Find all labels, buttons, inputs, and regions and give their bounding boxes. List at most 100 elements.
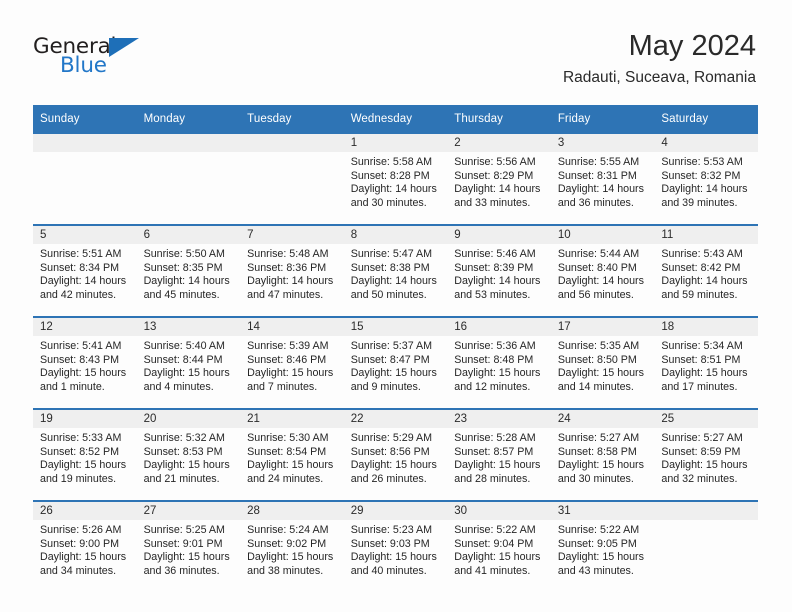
day-number: 20 — [136, 410, 241, 428]
day-details: Sunrise: 5:25 AM Sunset: 9:01 PM Daylight:… — [137, 520, 241, 578]
day-details — [654, 520, 758, 524]
daylight-duration-line2: and 24 minutes. — [247, 472, 324, 485]
day-cell-inner: 27 Sunrise: 5:25 AM Sunset: 9:01 PM Dayligh… — [136, 502, 241, 592]
calendar-day-cell[interactable]: 17 Sunrise: 5:35 AM Sunset: 8:50 PM Dayligh… — [550, 316, 655, 409]
sunset-time: Sunset: 8:29 PM — [454, 169, 534, 182]
calendar-day-cell[interactable]: 23 Sunrise: 5:28 AM Sunset: 8:57 PM Dayligh… — [447, 408, 551, 501]
day-cell-inner: 18 Sunrise: 5:34 AM Sunset: 8:51 PM Dayligh… — [654, 318, 758, 408]
daylight-duration-line1: Daylight: 15 hours — [350, 367, 437, 380]
day-details — [33, 152, 137, 156]
calendar-day-cell[interactable]: 6 Sunrise: 5:50 AM Sunset: 8:35 PM Daylight… — [136, 224, 241, 317]
calendar-day-cell[interactable]: 27 Sunrise: 5:25 AM Sunset: 9:01 PM Dayligh… — [136, 500, 241, 592]
sunrise-time: Sunrise: 5:30 AM — [247, 432, 329, 444]
day-number: 21 — [240, 410, 344, 428]
calendar-day-cell[interactable]: 18 Sunrise: 5:34 AM Sunset: 8:51 PM Dayligh… — [654, 316, 758, 409]
day-details: Sunrise: 5:36 AM Sunset: 8:48 PM Daylight:… — [447, 336, 551, 394]
day-details: Sunrise: 5:47 AM Sunset: 8:38 PM Daylight:… — [344, 244, 448, 302]
sunset-time: Sunset: 8:53 PM — [143, 445, 223, 458]
sunset-time: Sunset: 8:44 PM — [143, 353, 223, 366]
daylight-duration-line1: Daylight: 14 hours — [557, 275, 644, 288]
sunset-time: Sunset: 8:40 PM — [557, 261, 637, 274]
day-details: Sunrise: 5:39 AM Sunset: 8:46 PM Daylight:… — [240, 336, 344, 394]
daylight-duration-line2: and 56 minutes. — [557, 288, 634, 301]
sunset-time: Sunset: 8:50 PM — [557, 353, 637, 366]
calendar-week-row: 5 Sunrise: 5:51 AM Sunset: 8:34 PM Daylight… — [33, 224, 758, 317]
calendar-day-cell[interactable]: 29 Sunrise: 5:23 AM Sunset: 9:03 PM Dayligh… — [343, 500, 448, 592]
calendar-day-cell[interactable]: 12 Sunrise: 5:41 AM Sunset: 8:43 PM Dayligh… — [33, 316, 137, 409]
sunrise-time: Sunrise: 5:51 AM — [40, 248, 122, 260]
day-cell-inner — [136, 134, 241, 224]
calendar-day-cell[interactable]: 5 Sunrise: 5:51 AM Sunset: 8:34 PM Daylight… — [33, 224, 137, 317]
daylight-duration-line2: and 9 minutes. — [350, 380, 421, 393]
day-details: Sunrise: 5:29 AM Sunset: 8:56 PM Daylight:… — [344, 428, 448, 486]
sunrise-time: Sunrise: 5:23 AM — [350, 524, 433, 536]
calendar-day-cell[interactable]: 15 Sunrise: 5:37 AM Sunset: 8:47 PM Dayligh… — [343, 316, 448, 409]
calendar-day-cell[interactable]: 21 Sunrise: 5:30 AM Sunset: 8:54 PM Dayligh… — [240, 408, 344, 501]
sunset-time: Sunset: 8:57 PM — [454, 445, 534, 458]
day-cell-inner: 11 Sunrise: 5:43 AM Sunset: 8:42 PM Dayligh… — [654, 226, 758, 316]
day-cell-inner — [654, 502, 758, 592]
sunset-time: Sunset: 8:48 PM — [454, 353, 534, 366]
sunrise-time: Sunrise: 5:50 AM — [143, 248, 225, 260]
calendar-day-cell[interactable]: 14 Sunrise: 5:39 AM Sunset: 8:46 PM Dayligh… — [240, 316, 344, 409]
calendar-day-cell[interactable]: 22 Sunrise: 5:29 AM Sunset: 8:56 PM Dayligh… — [343, 408, 448, 501]
sunset-time: Sunset: 8:32 PM — [661, 169, 741, 182]
calendar-day-cell[interactable]: 30 Sunrise: 5:22 AM Sunset: 9:04 PM Dayligh… — [447, 500, 551, 592]
daylight-duration-line2: and 40 minutes. — [350, 564, 427, 577]
weekday-header-row: Sunday Monday Tuesday Wednesday Thursday… — [33, 105, 758, 134]
day-number: 7 — [240, 226, 344, 244]
day-details: Sunrise: 5:41 AM Sunset: 8:43 PM Daylight:… — [33, 336, 137, 394]
calendar-day-cell[interactable]: 3 Sunrise: 5:55 AM Sunset: 8:31 PM Daylight… — [550, 134, 655, 225]
day-cell-inner: 14 Sunrise: 5:39 AM Sunset: 8:46 PM Dayligh… — [240, 318, 344, 408]
daylight-duration-line2: and 45 minutes. — [143, 288, 220, 301]
day-number: 11 — [654, 226, 758, 244]
calendar-day-cell[interactable]: 20 Sunrise: 5:32 AM Sunset: 8:53 PM Dayligh… — [136, 408, 241, 501]
sunrise-time: Sunrise: 5:32 AM — [143, 432, 225, 444]
calendar-day-cell[interactable]: 1 Sunrise: 5:58 AM Sunset: 8:28 PM Daylight… — [343, 134, 448, 225]
sunrise-time: Sunrise: 5:48 AM — [247, 248, 329, 260]
calendar-day-cell[interactable]: 11 Sunrise: 5:43 AM Sunset: 8:42 PM Dayligh… — [654, 224, 758, 317]
column-header-thursday: Thursday — [447, 105, 551, 134]
sunrise-time: Sunrise: 5:56 AM — [454, 156, 536, 168]
calendar-day-cell[interactable]: 31 Sunrise: 5:22 AM Sunset: 9:05 PM Dayligh… — [550, 500, 655, 592]
daylight-duration-line2: and 28 minutes. — [454, 472, 531, 485]
calendar-day-cell[interactable]: 7 Sunrise: 5:48 AM Sunset: 8:36 PM Daylight… — [240, 224, 344, 317]
day-details: Sunrise: 5:40 AM Sunset: 8:44 PM Daylight:… — [137, 336, 241, 394]
daylight-duration-line1: Daylight: 14 hours — [454, 275, 541, 288]
daylight-duration-line1: Daylight: 15 hours — [661, 459, 748, 472]
calendar-day-cell[interactable]: 26 Sunrise: 5:26 AM Sunset: 9:00 PM Dayligh… — [33, 500, 137, 592]
daylight-duration-line2: and 32 minutes. — [661, 472, 738, 485]
calendar-day-cell[interactable]: 2 Sunrise: 5:56 AM Sunset: 8:29 PM Daylight… — [447, 134, 551, 225]
day-number: 28 — [240, 502, 344, 520]
daylight-duration-line1: Daylight: 15 hours — [247, 551, 334, 564]
sunrise-time: Sunrise: 5:37 AM — [350, 340, 433, 352]
calendar-day-cell[interactable]: 10 Sunrise: 5:44 AM Sunset: 8:40 PM Dayligh… — [550, 224, 655, 317]
calendar-day-cell[interactable]: 24 Sunrise: 5:27 AM Sunset: 8:58 PM Dayligh… — [550, 408, 655, 501]
sunset-time: Sunset: 9:00 PM — [40, 537, 120, 550]
daylight-duration-line1: Daylight: 15 hours — [40, 367, 127, 380]
daylight-duration-line1: Daylight: 15 hours — [40, 459, 127, 472]
day-details: Sunrise: 5:27 AM Sunset: 8:59 PM Daylight:… — [654, 428, 758, 486]
calendar-day-cell-empty — [654, 500, 758, 592]
day-cell-inner: 10 Sunrise: 5:44 AM Sunset: 8:40 PM Dayligh… — [550, 226, 655, 316]
day-cell-inner: 2 Sunrise: 5:56 AM Sunset: 8:29 PM Daylight… — [447, 134, 551, 224]
calendar-day-cell[interactable]: 28 Sunrise: 5:24 AM Sunset: 9:02 PM Dayligh… — [240, 500, 344, 592]
calendar-day-cell[interactable]: 4 Sunrise: 5:53 AM Sunset: 8:32 PM Daylight… — [654, 134, 758, 225]
calendar-day-cell[interactable]: 19 Sunrise: 5:33 AM Sunset: 8:52 PM Dayligh… — [33, 408, 137, 501]
day-details: Sunrise: 5:28 AM Sunset: 8:57 PM Daylight:… — [447, 428, 551, 486]
calendar-day-cell[interactable]: 25 Sunrise: 5:27 AM Sunset: 8:59 PM Dayligh… — [654, 408, 758, 501]
calendar-day-cell[interactable]: 13 Sunrise: 5:40 AM Sunset: 8:44 PM Dayligh… — [136, 316, 241, 409]
daylight-duration-line2: and 42 minutes. — [40, 288, 117, 301]
general-blue-logo: General Blue — [33, 36, 163, 86]
daylight-duration-line1: Daylight: 14 hours — [143, 275, 230, 288]
day-cell-inner: 22 Sunrise: 5:29 AM Sunset: 8:56 PM Dayligh… — [343, 410, 448, 500]
calendar-day-cell[interactable]: 9 Sunrise: 5:46 AM Sunset: 8:39 PM Daylight… — [447, 224, 551, 317]
sunrise-sunset-calendar: Sunday Monday Tuesday Wednesday Thursday… — [33, 105, 758, 592]
calendar-day-cell[interactable]: 16 Sunrise: 5:36 AM Sunset: 8:48 PM Dayligh… — [447, 316, 551, 409]
calendar-week-row: 12 Sunrise: 5:41 AM Sunset: 8:43 PM Dayligh… — [33, 316, 758, 409]
day-details: Sunrise: 5:26 AM Sunset: 9:00 PM Daylight:… — [33, 520, 137, 578]
day-cell-inner: 13 Sunrise: 5:40 AM Sunset: 8:44 PM Dayligh… — [136, 318, 241, 408]
daylight-duration-line1: Daylight: 15 hours — [247, 459, 334, 472]
sunrise-time: Sunrise: 5:47 AM — [350, 248, 433, 260]
calendar-day-cell[interactable]: 8 Sunrise: 5:47 AM Sunset: 8:38 PM Daylight… — [343, 224, 448, 317]
